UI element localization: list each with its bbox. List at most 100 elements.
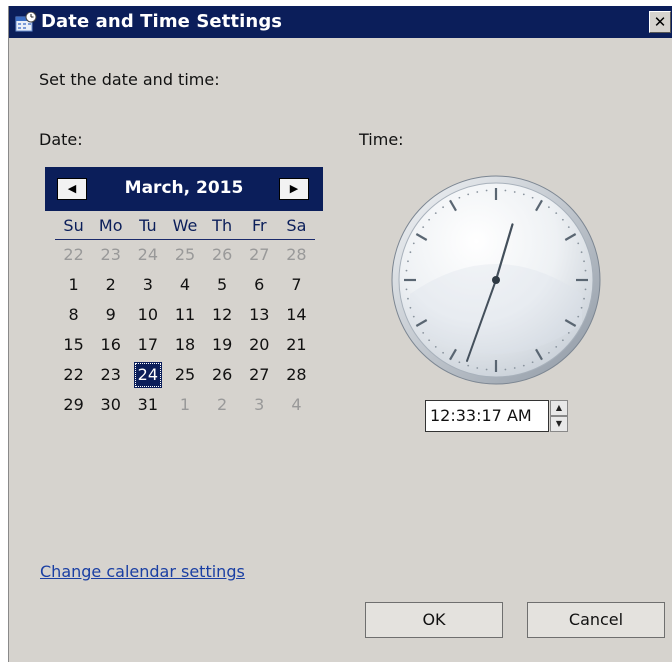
weekday-label: Fr bbox=[251, 216, 267, 235]
time-input[interactable]: 12:33:17 AM bbox=[425, 400, 549, 432]
calendar-day[interactable]: 10 bbox=[129, 300, 166, 330]
minute-tick bbox=[467, 193, 470, 196]
minute-tick bbox=[409, 306, 412, 309]
cancel-button[interactable]: Cancel bbox=[527, 602, 665, 638]
calendar-day-number: 19 bbox=[211, 335, 233, 354]
calendar-day[interactable]: 1 bbox=[55, 270, 92, 300]
change-calendar-settings-link[interactable]: Change calendar settings bbox=[40, 562, 245, 581]
time-spinner[interactable]: ▲ ▼ bbox=[550, 400, 568, 432]
calendar-day[interactable]: 28 bbox=[278, 360, 315, 390]
calendar-day[interactable]: 8 bbox=[55, 300, 92, 330]
calendar-day-number: 24 bbox=[133, 362, 163, 388]
calendar-day[interactable]: 23 bbox=[92, 360, 129, 390]
calendar-day-number: 3 bbox=[254, 395, 265, 414]
date-label: Date: bbox=[39, 130, 83, 149]
calendar-header: ◀ March, 2015 ▶ bbox=[45, 167, 323, 211]
calendar-day-number: 15 bbox=[63, 335, 84, 354]
time-increment-button[interactable]: ▲ bbox=[550, 400, 568, 416]
calendar-day[interactable]: 18 bbox=[166, 330, 203, 360]
calendar-week-row: 29 30 31 1 2 3 4 bbox=[55, 390, 315, 420]
calendar-day-number: 8 bbox=[68, 305, 79, 324]
calendar-day[interactable]: 22 bbox=[55, 360, 92, 390]
calendar-day-number: 7 bbox=[291, 275, 302, 294]
calendar-day-number: 27 bbox=[249, 245, 270, 264]
calendar-day-number: 13 bbox=[249, 305, 270, 324]
calendar-day[interactable]: 7 bbox=[278, 270, 315, 300]
minute-tick bbox=[428, 218, 431, 221]
next-month-button[interactable]: ▶ bbox=[279, 178, 309, 200]
calendar-day[interactable]: 29 bbox=[55, 390, 92, 420]
calendar-day[interactable]: 2 bbox=[204, 390, 241, 420]
calendar-day-number: 4 bbox=[291, 395, 302, 414]
calendar-day[interactable]: 19 bbox=[204, 330, 241, 360]
calendar-day-number: 9 bbox=[105, 305, 116, 324]
minute-tick bbox=[531, 361, 534, 364]
minute-tick bbox=[561, 339, 564, 342]
calendar-day[interactable]: 25 bbox=[166, 360, 203, 390]
calendar-week-row: 15 16 17 18 19 20 21 bbox=[55, 330, 315, 360]
calendar-day-number: 27 bbox=[249, 365, 270, 384]
ok-button[interactable]: OK bbox=[365, 602, 503, 638]
calendar-day-number: 29 bbox=[63, 395, 84, 414]
calendar-day[interactable]: 22 bbox=[55, 240, 92, 270]
calendar-week-row: 22 23 24 25 26 27 28 bbox=[55, 360, 315, 390]
calendar-day[interactable]: 21 bbox=[278, 330, 315, 360]
calendar-day[interactable]: 5 bbox=[204, 270, 241, 300]
minute-tick bbox=[407, 260, 409, 263]
calendar-day[interactable]: 13 bbox=[241, 300, 278, 330]
calendar: ◀ March, 2015 ▶ Su Mo Tu We Th Fr Sa 22 23 24 25 2… bbox=[45, 167, 323, 420]
minute-tick bbox=[467, 364, 470, 367]
minute-tick bbox=[577, 242, 580, 245]
calendar-day[interactable]: 11 bbox=[166, 300, 203, 330]
weekday-label: Tu bbox=[139, 216, 157, 235]
title-bar[interactable]: Date and Time Settings ✕ bbox=[9, 6, 672, 38]
calendar-day[interactable]: 4 bbox=[278, 390, 315, 420]
calendar-day-number: 26 bbox=[211, 245, 233, 264]
calendar-day[interactable]: 26 bbox=[204, 360, 241, 390]
calendar-day[interactable]: 2 bbox=[92, 270, 129, 300]
calendar-day-selected[interactable]: 24 bbox=[129, 360, 166, 390]
calendar-day[interactable]: 23 bbox=[92, 240, 129, 270]
close-icon: ✕ bbox=[653, 13, 667, 31]
analog-clock bbox=[391, 175, 601, 385]
calendar-day[interactable]: 30 bbox=[92, 390, 129, 420]
calendar-day[interactable]: 31 bbox=[129, 390, 166, 420]
minute-tick bbox=[485, 368, 488, 371]
calendar-day[interactable]: 25 bbox=[166, 240, 203, 270]
calendar-day-number: 12 bbox=[211, 305, 233, 324]
calendar-day[interactable]: 20 bbox=[241, 330, 278, 360]
calendar-day-number: 31 bbox=[137, 395, 159, 414]
calendar-day-number: 26 bbox=[211, 365, 233, 384]
calendar-day-number: 14 bbox=[286, 305, 307, 324]
calendar-day-number: 30 bbox=[100, 395, 121, 414]
calendar-day[interactable]: 12 bbox=[204, 300, 241, 330]
calendar-day[interactable]: 1 bbox=[166, 390, 203, 420]
calendar-day[interactable]: 27 bbox=[241, 360, 278, 390]
calendar-day[interactable]: 3 bbox=[129, 270, 166, 300]
calendar-day[interactable]: 24 bbox=[129, 240, 166, 270]
close-button[interactable]: ✕ bbox=[649, 11, 671, 33]
calendar-day-number: 11 bbox=[174, 305, 196, 324]
calendar-week-row: 8 9 10 11 12 13 14 bbox=[55, 300, 315, 330]
calendar-day[interactable]: 14 bbox=[278, 300, 315, 330]
minute-tick bbox=[583, 260, 585, 263]
calendar-day[interactable]: 15 bbox=[55, 330, 92, 360]
spin-down-icon: ▼ bbox=[555, 419, 563, 428]
calendar-day-number: 22 bbox=[63, 365, 84, 384]
calendar-day[interactable]: 3 bbox=[241, 390, 278, 420]
calendar-day[interactable]: 28 bbox=[278, 240, 315, 270]
minute-tick bbox=[434, 212, 437, 215]
calendar-day[interactable]: 16 bbox=[92, 330, 129, 360]
calendar-day[interactable]: 26 bbox=[204, 240, 241, 270]
calendar-day-number: 28 bbox=[286, 245, 307, 264]
calendar-day[interactable]: 6 bbox=[241, 270, 278, 300]
minute-tick bbox=[409, 251, 412, 254]
minute-tick bbox=[405, 288, 408, 291]
calendar-day-number: 4 bbox=[179, 275, 191, 294]
calendar-day[interactable]: 27 bbox=[241, 240, 278, 270]
calendar-day[interactable]: 17 bbox=[129, 330, 166, 360]
minute-tick bbox=[428, 339, 431, 342]
calendar-day[interactable]: 4 bbox=[166, 270, 203, 300]
calendar-day[interactable]: 9 bbox=[92, 300, 129, 330]
time-decrement-button[interactable]: ▼ bbox=[550, 416, 568, 432]
